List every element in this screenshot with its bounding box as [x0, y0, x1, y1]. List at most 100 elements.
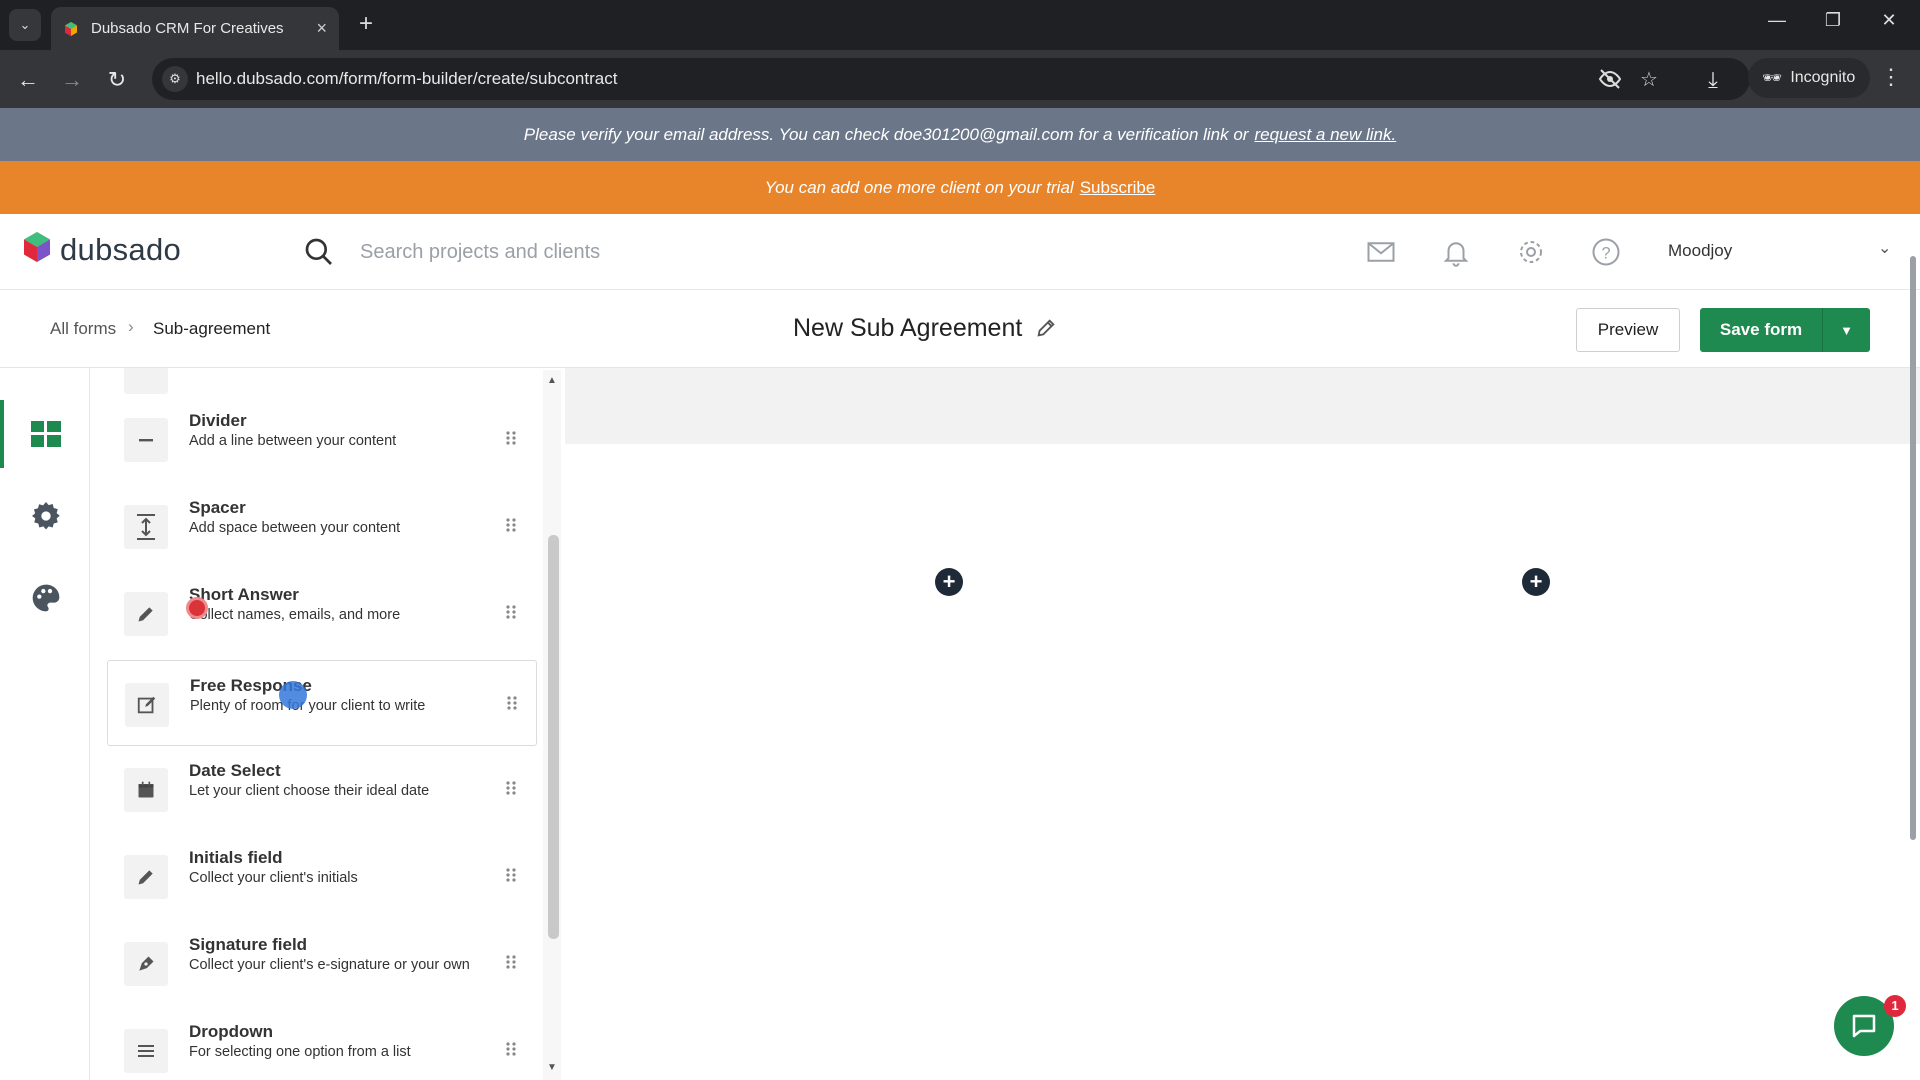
breadcrumb-all-forms[interactable]: All forms — [50, 319, 116, 339]
restore-icon[interactable]: ❐ — [1818, 10, 1848, 31]
breadcrumb-current: Sub-agreement — [153, 319, 271, 338]
mouse-cursor-indicator — [279, 681, 307, 709]
element-desc: Collect names, emails, and more — [189, 607, 401, 623]
drag-handle-icon[interactable] — [505, 866, 517, 884]
settings-gear-icon[interactable] — [1516, 237, 1546, 267]
bookmark-star-icon[interactable]: ☆ — [1640, 67, 1658, 92]
form-title: New Sub Agreement — [793, 314, 1023, 342]
form-settings-gear-icon[interactable] — [28, 498, 64, 534]
breadcrumb-separator: › — [128, 317, 134, 336]
trial-banner: You can add one more client on your tria… — [0, 161, 1920, 214]
search-icon[interactable] — [303, 236, 335, 268]
app-header: dubsado ? Moodjoy ⌄ — [0, 214, 1920, 290]
url-text[interactable]: hello.dubsado.com/form/form-builder/crea… — [196, 69, 617, 89]
element-desc: For selecting one option from a list — [189, 1044, 411, 1060]
incognito-icon: 🕶 — [1762, 70, 1783, 87]
element-name: Date Select — [189, 761, 281, 780]
dubsado-favicon-icon — [65, 21, 77, 36]
scroll-down-arrow-icon[interactable]: ▼ — [547, 1062, 557, 1073]
new-tab-icon[interactable]: + — [352, 10, 380, 38]
builder-side-rail — [0, 368, 90, 1080]
element-name: Divider — [189, 411, 247, 430]
address-bar[interactable]: ⚙ hello.dubsado.com/form/form-builder/cr… — [152, 58, 1750, 100]
reload-icon[interactable]: ↻ — [102, 65, 132, 95]
eye-off-icon[interactable] — [1598, 67, 1622, 97]
form-elements-panel: Divider Add a line between your content … — [90, 368, 565, 1080]
element-name: Spacer — [189, 498, 246, 517]
tab-title: Dubsado CRM For Creatives — [91, 20, 284, 37]
element-date-select[interactable]: Date Select Let your client choose their… — [107, 746, 537, 832]
calendar-icon — [124, 768, 168, 812]
forward-icon[interactable]: → — [57, 65, 87, 95]
element-name: Dropdown — [189, 1022, 274, 1041]
brand-name: dubsado — [60, 232, 182, 267]
svg-text:?: ? — [1601, 244, 1610, 262]
drag-handle-icon[interactable] — [505, 1040, 517, 1058]
element-desc: Let your client choose their ideal date — [189, 783, 430, 799]
close-window-icon[interactable]: ✕ — [1874, 10, 1904, 31]
user-menu-chevron-icon[interactable]: ⌄ — [1878, 238, 1891, 258]
element-name: Signature field — [189, 935, 308, 954]
canvas-header-area — [565, 368, 1920, 444]
dubsado-logo[interactable]: dubsado — [22, 230, 181, 270]
drag-handle-icon[interactable] — [505, 516, 517, 534]
tab-list-chevron-icon[interactable]: ⌄ — [9, 9, 41, 41]
canvas-scrollbar-thumb[interactable] — [1910, 256, 1916, 840]
subscribe-link[interactable]: Subscribe — [1080, 178, 1156, 198]
element-short-answer[interactable]: Short Answer Collect names, emails, and … — [107, 570, 537, 656]
browser-menu-icon[interactable]: ⋮ — [1880, 64, 1902, 90]
add-element-right-icon[interactable]: + — [1522, 568, 1550, 596]
incognito-indicator[interactable]: 🕶 Incognito — [1748, 58, 1870, 98]
element-name: Initials field — [189, 848, 283, 867]
edit-square-icon — [125, 683, 169, 727]
element-initials-field[interactable]: Initials field Collect your client's ini… — [107, 833, 537, 919]
pencil-icon — [124, 592, 168, 636]
add-element-left-icon[interactable]: + — [935, 568, 963, 596]
rail-active-indicator — [0, 400, 4, 468]
element-divider[interactable]: Divider Add a line between your content — [107, 396, 537, 482]
chat-notification-badge: 1 — [1884, 995, 1906, 1017]
mail-icon[interactable] — [1366, 237, 1396, 267]
dubsado-logo-icon — [24, 232, 50, 262]
user-name[interactable]: Moodjoy — [1668, 241, 1732, 261]
drag-handle-icon[interactable] — [505, 779, 517, 797]
edit-title-pencil-icon[interactable] — [1035, 317, 1057, 339]
search-input[interactable] — [360, 234, 1260, 270]
element-spacer[interactable]: Spacer Add space between your content — [107, 483, 537, 569]
close-tab-icon[interactable]: × — [316, 18, 327, 39]
browser-tab-bar: ⌄ Dubsado CRM For Creatives × + — ❐ ✕ — [0, 0, 1920, 50]
incognito-label: Incognito — [1790, 69, 1856, 86]
preview-button[interactable]: Preview — [1576, 308, 1680, 352]
back-icon[interactable]: ← — [13, 65, 43, 95]
save-options-dropdown-icon[interactable]: ▼ — [1822, 308, 1870, 352]
element-desc: Collect your client's e-signature or you… — [189, 957, 470, 973]
save-form-button[interactable]: Save form — [1700, 308, 1822, 352]
verify-email-banner: Please verify your email address. You ca… — [0, 108, 1920, 161]
request-new-link[interactable]: request a new link. — [1254, 125, 1396, 145]
elements-scrollbar-thumb[interactable] — [548, 535, 559, 939]
element-signature-field[interactable]: Signature field Collect your client's e-… — [107, 920, 537, 1006]
browser-tab[interactable]: Dubsado CRM For Creatives × — [51, 7, 339, 50]
download-icon[interactable]: ⤓ — [1698, 65, 1728, 95]
drag-handle-icon[interactable] — [505, 603, 517, 621]
minimize-icon[interactable]: — — [1762, 10, 1792, 31]
form-elements-grid-icon[interactable] — [28, 416, 64, 452]
element-desc: Collect your client's initials — [189, 870, 358, 886]
element-dropdown[interactable]: Dropdown For selecting one option from a… — [107, 1007, 537, 1080]
click-indicator — [186, 597, 208, 619]
trial-banner-text: You can add one more client on your tria… — [764, 177, 1074, 197]
bell-icon[interactable] — [1441, 237, 1471, 267]
element-desc: Add space between your content — [189, 520, 401, 536]
site-info-icon[interactable]: ⚙ — [162, 66, 188, 92]
help-icon[interactable]: ? — [1591, 237, 1621, 267]
form-builder-toolbar: All forms › Sub-agreement New Sub Agreem… — [0, 290, 1920, 368]
theme-palette-icon[interactable] — [28, 580, 64, 616]
drag-handle-icon[interactable] — [506, 694, 518, 712]
scroll-up-arrow-icon[interactable]: ▲ — [547, 375, 557, 386]
pen-nib-icon — [124, 942, 168, 986]
element-free-response[interactable]: Free Response Plenty of room for your cl… — [107, 660, 537, 746]
drag-handle-icon[interactable] — [505, 953, 517, 971]
drag-handle-icon[interactable] — [505, 429, 517, 447]
partial-item-icon — [124, 368, 168, 394]
element-desc: Plenty of room for your client to write — [190, 698, 426, 714]
